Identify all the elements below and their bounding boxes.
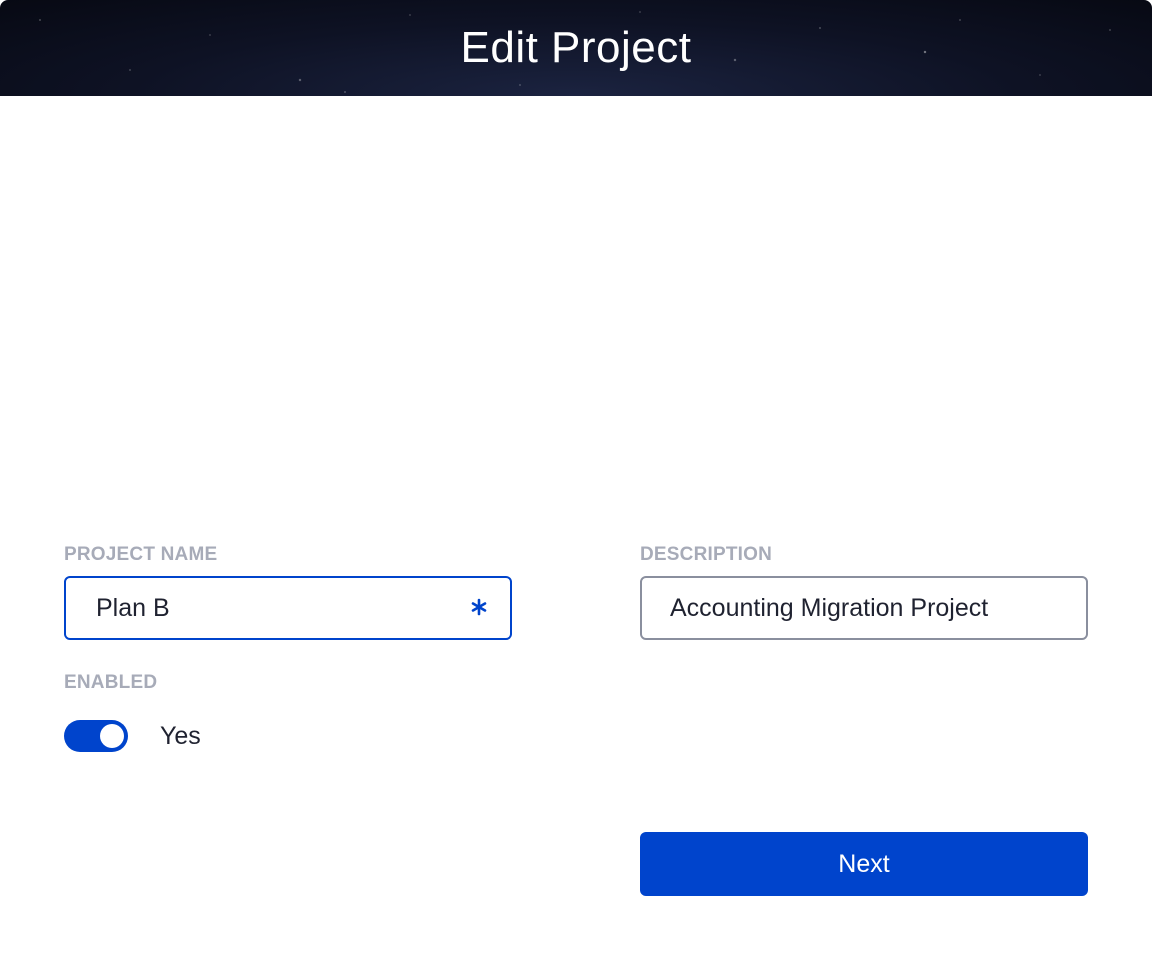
description-input[interactable]: Accounting Migration Project xyxy=(640,576,1088,640)
asterisk-icon xyxy=(471,598,487,616)
enabled-state-text: Yes xyxy=(160,722,201,750)
dialog-header: Edit Project xyxy=(0,0,1152,96)
description-value[interactable]: Accounting Migration Project xyxy=(670,578,988,638)
project-name-value[interactable]: Plan B xyxy=(96,578,170,638)
toggle-knob xyxy=(100,724,124,748)
description-label: DESCRIPTION xyxy=(640,544,773,565)
enabled-label: ENABLED xyxy=(64,672,158,693)
enabled-toggle[interactable] xyxy=(64,720,128,752)
edit-project-dialog: Edit Project PROJECT NAME Plan B DESCRIP… xyxy=(0,0,1152,960)
project-name-label: PROJECT NAME xyxy=(64,544,218,565)
dialog-title: Edit Project xyxy=(460,23,692,72)
next-button[interactable]: Next xyxy=(640,832,1088,896)
project-name-input[interactable]: Plan B xyxy=(64,576,512,640)
